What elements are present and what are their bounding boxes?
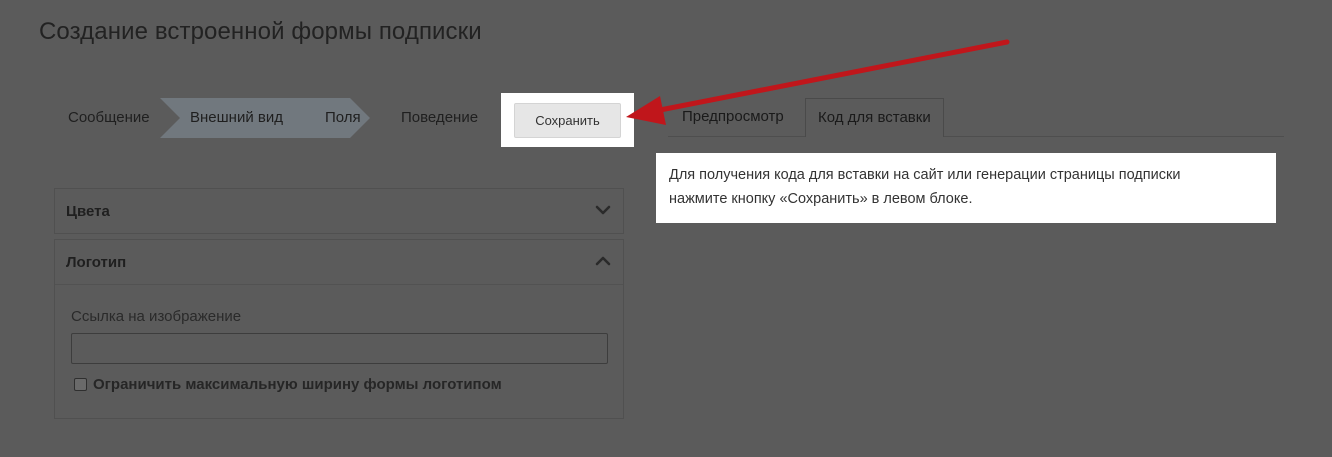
logo-panel-title: Логотип [66, 254, 127, 271]
image-link-label: Ссылка на изображение [71, 308, 242, 325]
step-message[interactable]: Сообщение [68, 98, 150, 138]
tab-embed-code[interactable]: Код для вставки [805, 98, 944, 137]
colors-panel-header[interactable]: Цвета [55, 189, 623, 234]
colors-panel: Цвета [54, 188, 624, 234]
logo-panel: Логотип Ссылка на изображение Ограничить… [54, 239, 624, 419]
step-appearance[interactable]: Внешний вид [190, 98, 283, 138]
logo-panel-header[interactable]: Логотип [55, 240, 623, 285]
embed-code-info: Для получения кода для вставки на сайт и… [656, 153, 1276, 223]
save-button[interactable]: Сохранить [514, 103, 621, 138]
tabs: Предпросмотр Код для вставки [668, 98, 1284, 137]
colors-panel-title: Цвета [66, 203, 110, 220]
step-fields[interactable]: Поля [325, 98, 361, 138]
image-link-input[interactable] [71, 333, 608, 364]
tab-preview[interactable]: Предпросмотр [670, 98, 796, 136]
step-behavior[interactable]: Поведение [401, 98, 478, 138]
wizard-steps: Сообщение Внешний вид Поля Поведение [55, 98, 505, 138]
page-title: Создание встроенной формы подписки [39, 18, 482, 45]
info-text-line-1: Для получения кода для вставки на сайт и… [669, 167, 1181, 183]
limit-width-checkbox[interactable] [74, 378, 87, 391]
chevron-up-icon[interactable] [595, 240, 611, 285]
chevron-down-icon[interactable] [595, 189, 611, 234]
limit-width-label[interactable]: Ограничить максимальную ширину формы лог… [93, 376, 502, 393]
info-text-line-2: нажмите кнопку «Сохранить» в левом блоке… [669, 191, 973, 207]
